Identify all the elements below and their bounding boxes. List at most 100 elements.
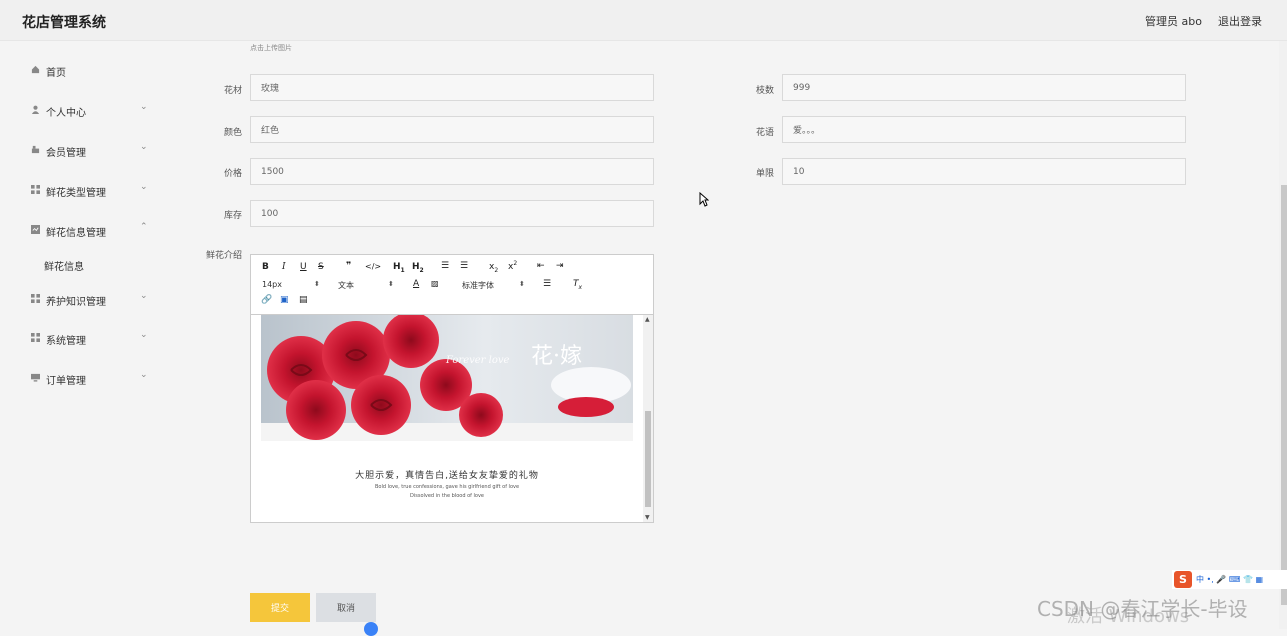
block-format-value: 文本 [338, 281, 354, 290]
sidebar-subitem-flower-info[interactable]: 鲜花信息 [44, 258, 84, 273]
sidebar-item-flower-info[interactable]: 鲜花信息管理 ⌃ [0, 218, 175, 242]
material-label: 花材 [223, 86, 242, 96]
upload-hint[interactable]: 点击上传图片 [250, 43, 292, 53]
heading2-button[interactable]: H2 [412, 262, 424, 274]
app-title: 花店管理系统 [22, 15, 106, 31]
admin-user-label[interactable]: 管理员 abo [1145, 13, 1202, 29]
sidebar-item-flower-types[interactable]: 鲜花类型管理 ⌄ [0, 178, 175, 202]
banner-script-text: Forever love [445, 355, 510, 366]
code-block-button[interactable]: </> [365, 262, 381, 271]
italic-button[interactable]: I [282, 262, 286, 272]
chevron-down-icon: ⌄ [140, 182, 148, 192]
chevron-down-icon: ⌄ [140, 102, 148, 112]
editor-scrollbar-thumb[interactable] [645, 411, 651, 507]
editor-scrollbar[interactable]: ▲ ▼ [643, 315, 653, 522]
floating-indicator-dot [364, 622, 378, 636]
ime-status-icons[interactable]: 中 •, 🎤 ⌨ 👕 ▦ [1196, 574, 1263, 585]
member-icon [31, 145, 40, 154]
chevron-down-icon: ⌄ [140, 142, 148, 152]
price-input[interactable] [250, 158, 654, 185]
limit-input[interactable] [782, 158, 1186, 185]
count-label: 枝数 [755, 86, 774, 96]
link-icon[interactable]: 🔗 [261, 295, 272, 305]
grid-icon [31, 185, 40, 194]
background-color-button[interactable]: ▨ [431, 279, 439, 288]
font-size-value: 14px [262, 280, 282, 289]
mouse-cursor-icon [699, 192, 709, 207]
ime-logo-icon[interactable]: S [1174, 571, 1192, 588]
sidebar-item-label: 鲜花信息管理 [46, 228, 106, 239]
sidebar-item-label: 个人中心 [46, 108, 86, 119]
subscript-button[interactable]: x2 [489, 262, 498, 274]
select-arrow-icon: ⬍ [519, 280, 525, 288]
cancel-button[interactable]: 取消 [316, 593, 376, 622]
underline-button[interactable]: U [300, 262, 307, 272]
monitor-icon [31, 373, 40, 382]
sidebar-item-care-knowledge[interactable]: 养护知识管理 ⌄ [0, 287, 175, 311]
home-icon [31, 65, 40, 74]
sidebar-item-orders[interactable]: 订单管理 ⌄ [0, 366, 175, 390]
color-label: 颜色 [223, 128, 242, 138]
material-input[interactable] [250, 74, 654, 101]
sidebar-item-label: 系统管理 [46, 336, 86, 347]
sidebar-item-home[interactable]: 首页 [0, 58, 175, 82]
banner-title-text: 花·嫁 [531, 344, 582, 369]
rich-text-editor[interactable]: B I U S ❞ </> H1 H2 ☰ ☰ x2 x2 ⇤ ⇥ 14px ⬍… [250, 254, 654, 523]
csdn-watermark: CSDN @春江学长-毕设 [1037, 597, 1248, 621]
chevron-down-icon: ⌄ [140, 291, 148, 301]
submit-button[interactable]: 提交 [250, 593, 310, 622]
page-scrollbar-thumb[interactable] [1281, 185, 1287, 605]
stock-input[interactable] [250, 200, 654, 227]
user-icon [31, 105, 40, 114]
doc-icon [31, 225, 40, 234]
grid-icon [31, 333, 40, 342]
select-arrow-icon: ⬍ [314, 280, 320, 288]
sidebar-item-system[interactable]: 系统管理 ⌄ [0, 326, 175, 350]
blockquote-button[interactable]: ❞ [346, 261, 351, 271]
chevron-down-icon: ⌄ [140, 370, 148, 380]
topbar-actions: 管理员 abo 退出登录 [1145, 13, 1262, 29]
font-family-select[interactable]: 标准字体 ⬍ [462, 280, 527, 291]
image-icon[interactable]: ▣ [280, 295, 289, 305]
rose-banner-image: Forever love 花·嫁 [261, 315, 633, 441]
sidebar-item-label: 会员管理 [46, 148, 86, 159]
ordered-list-button[interactable]: ☰ [441, 261, 449, 271]
color-input[interactable] [250, 116, 654, 143]
font-family-value: 标准字体 [462, 281, 494, 290]
sidebar-item-label: 鲜花类型管理 [46, 188, 106, 199]
sidebar-item-members[interactable]: 会员管理 ⌄ [0, 138, 175, 162]
top-bar: 花店管理系统 管理员 abo 退出登录 [0, 0, 1287, 41]
sidebar-item-profile[interactable]: 个人中心 ⌄ [0, 98, 175, 122]
count-input[interactable] [782, 74, 1186, 101]
bold-button[interactable]: B [262, 262, 269, 272]
banner-caption-en-1: Bold love, true confessions, gave his gi… [374, 484, 520, 490]
video-icon[interactable]: ▤ [299, 295, 308, 305]
logout-link[interactable]: 退出登录 [1218, 13, 1262, 29]
banner-caption-en-2: Dissolved in the blood of love [410, 493, 484, 499]
sidebar-item-label: 首页 [46, 68, 66, 79]
rose-banner-graphic: Forever love 花·嫁 [261, 315, 633, 441]
sidebar-item-label: 订单管理 [46, 376, 86, 387]
flower-language-input[interactable] [782, 116, 1186, 143]
align-button[interactable]: ☰ [543, 279, 551, 289]
intro-label: 鲜花介绍 [205, 251, 242, 261]
sidebar-item-label: 养护知识管理 [46, 297, 106, 308]
scroll-up-icon[interactable]: ▲ [645, 316, 650, 323]
scroll-down-icon[interactable]: ▼ [645, 514, 650, 521]
bullet-list-button[interactable]: ☰ [460, 261, 468, 271]
banner-caption-cn: 大胆示爱，真情告白,送给女友挚爱的礼物 [355, 471, 539, 481]
price-label: 价格 [223, 169, 242, 179]
editor-content[interactable]: Forever love 花·嫁 大胆示爱，真情告白,送给女友挚爱的礼物 Bol… [251, 315, 653, 522]
grid-icon [31, 294, 40, 303]
font-size-select[interactable]: 14px ⬍ [262, 280, 322, 289]
ime-toolbar[interactable]: S 中 •, 🎤 ⌨ 👕 ▦ [1172, 570, 1287, 589]
superscript-button[interactable]: x2 [508, 260, 517, 272]
outdent-button[interactable]: ⇤ [537, 261, 545, 271]
font-color-button[interactable]: A [413, 279, 419, 289]
clear-format-button[interactable]: Tx [573, 279, 582, 291]
strike-button[interactable]: S [318, 262, 324, 272]
indent-button[interactable]: ⇥ [556, 261, 564, 271]
sidebar: 首页 个人中心 ⌄ 会员管理 ⌄ 鲜花类型管理 ⌄ 鲜花信息管理 ⌃ 鲜花信息 … [0, 41, 175, 403]
block-format-select[interactable]: 文本 ⬍ [338, 280, 398, 291]
heading1-button[interactable]: H1 [393, 262, 405, 274]
